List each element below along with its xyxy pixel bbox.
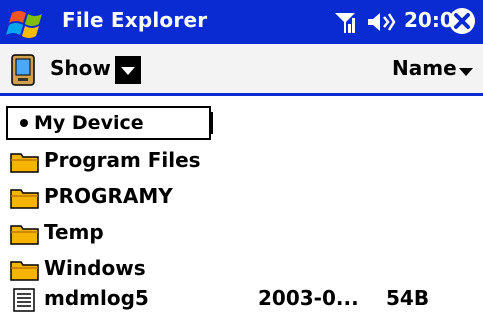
folder-icon	[10, 225, 39, 245]
app-title: File Explorer	[62, 8, 208, 32]
close-icon[interactable]	[448, 7, 476, 35]
selected-bullet-icon	[20, 119, 28, 127]
file-size: 54B	[386, 286, 430, 310]
location-dropdown-menu[interactable]: My Device	[6, 106, 211, 140]
folder-icon	[10, 153, 39, 173]
toolbar-divider	[0, 93, 483, 96]
folder-icon	[10, 189, 39, 209]
sort-chevron-down-icon[interactable]	[459, 68, 473, 76]
file-name: Windows	[44, 256, 146, 280]
file-date: 2003-0...	[258, 286, 359, 310]
menu-item-my-device[interactable]: My Device	[34, 112, 144, 134]
title-bar: File Explorer 20:00	[0, 0, 483, 44]
chevron-down-icon	[121, 67, 135, 75]
file-name: Program Files	[44, 148, 201, 172]
signal-icon[interactable]	[334, 10, 356, 34]
windows-start-icon[interactable]	[6, 5, 56, 41]
list-item[interactable]: mdmlog5 2003-0... 54B	[0, 282, 483, 316]
list-item[interactable]: Windows	[0, 252, 483, 286]
show-dropdown-button[interactable]	[115, 56, 141, 84]
toolbar: Show Name	[0, 44, 483, 94]
list-item[interactable]: Program Files	[0, 144, 483, 178]
folder-icon	[10, 261, 39, 281]
file-name: Temp	[44, 220, 104, 244]
list-item[interactable]: Temp	[0, 216, 483, 250]
show-menu-label[interactable]: Show	[50, 56, 111, 80]
dropdown-edge	[211, 112, 217, 134]
volume-icon[interactable]	[366, 10, 396, 34]
text-file-icon	[13, 288, 35, 312]
pda-device-icon	[11, 54, 35, 86]
file-name: mdmlog5	[44, 286, 149, 310]
list-item[interactable]: PROGRAMY	[0, 180, 483, 214]
sort-by-name[interactable]: Name	[392, 56, 457, 80]
file-name: PROGRAMY	[44, 184, 173, 208]
